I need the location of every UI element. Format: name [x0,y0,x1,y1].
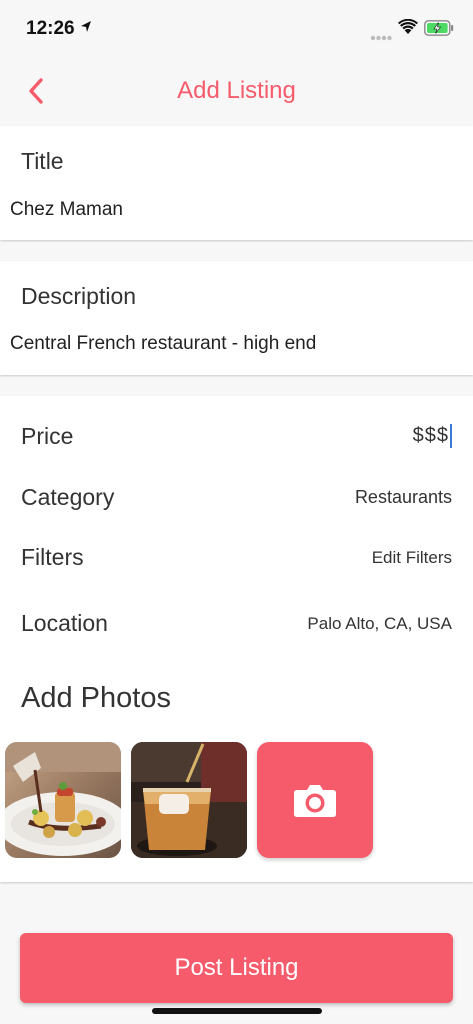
title-label: Title [21,148,64,174]
home-indicator [152,1008,322,1014]
status-time: 12:26 [26,18,75,39]
price-input[interactable]: $$$ [413,424,452,448]
category-label: Category [21,484,115,510]
post-listing-button[interactable]: Post Listing [20,933,453,1003]
photo-thumbnail-food[interactable] [5,742,121,858]
text-cursor [450,424,452,448]
title-input[interactable]: Chez Maman [10,199,123,221]
food-photo-image [5,742,121,858]
signal-dots-icon [370,28,392,46]
camera-icon [293,782,337,823]
edit-filters-link[interactable]: Edit Filters [372,548,452,568]
category-selector[interactable]: Restaurants [355,487,452,508]
location-selector[interactable]: Palo Alto, CA, USA [307,614,452,634]
location-arrow-icon [80,20,92,39]
price-value: $$$ [412,424,449,447]
cocktail-photo-image [131,742,247,858]
nav-bar: Add Listing [0,56,473,126]
title-section: Title Chez Maman [0,126,473,240]
battery-charging-icon [424,20,454,41]
add-photos-title: Add Photos [21,682,171,714]
add-photo-button[interactable] [257,742,373,858]
details-section: Price $$$ Category Restaurants Filters E… [0,396,473,882]
price-label: Price [21,423,74,449]
description-input[interactable]: Central French restaurant - high end [10,333,316,355]
wifi-icon [398,18,418,40]
page-title: Add Listing [177,77,296,104]
photo-thumbnail-cocktail[interactable] [131,742,247,858]
filters-label: Filters [21,544,84,570]
description-section: Description Central French restaurant - … [0,261,473,375]
location-label: Location [21,610,108,636]
status-bar: 12:26 [0,0,473,56]
description-label: Description [21,283,137,309]
